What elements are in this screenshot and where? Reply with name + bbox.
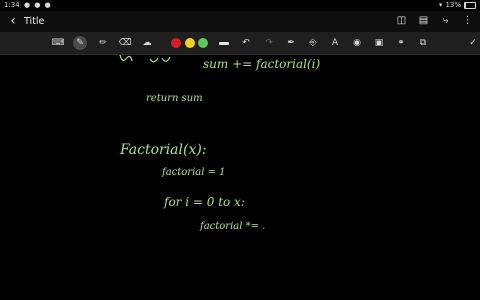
ink-line-loop: for i = 0 to x: <box>164 195 245 209</box>
keyboard-icon[interactable]: ⌨ <box>51 36 65 50</box>
notification-dots: ● ● ● <box>24 1 52 9</box>
eraser-icon[interactable]: ⌫ <box>118 36 132 50</box>
ink-line-function: Factorial(x): <box>120 142 207 158</box>
highlighter-icon[interactable]: ✏ <box>96 36 110 50</box>
lasso-icon[interactable]: ☁ <box>140 36 154 50</box>
book-icon[interactable]: ◫ <box>395 14 408 27</box>
line-width-selector[interactable] <box>219 42 229 45</box>
pen-color-yellow[interactable] <box>185 38 195 48</box>
pen-color-red[interactable] <box>171 38 181 48</box>
ink-line-sum: sum += factorial(i) <box>203 57 321 71</box>
pen-tool-icon[interactable]: ✓ <box>466 36 480 50</box>
copy-icon[interactable]: ⧉ <box>416 36 430 50</box>
status-time: 1:34 <box>4 1 20 9</box>
wifi-icon: ▾ <box>438 1 443 9</box>
document-icon[interactable]: ▤ <box>417 14 430 27</box>
more-icon[interactable]: ⋮ <box>461 14 474 27</box>
drawing-toolbar: ⌨ ✎ ✏ ⌫ ☁ ↶ ↷ ✒ ⎆ A ◉ ▣ ⚭ ⧉ ✓ <box>0 32 480 55</box>
ink-line-multiply: factorial *= . <box>200 221 266 232</box>
text-icon[interactable]: A <box>328 36 342 50</box>
text-style-icon[interactable]: ⎆ <box>306 36 320 50</box>
note-title[interactable]: Title <box>24 15 44 28</box>
ink-line-init: factorial = 1 <box>162 167 226 178</box>
fill-icon[interactable]: ◉ <box>350 36 364 50</box>
back-arrow-icon[interactable]: ‹ <box>6 14 20 28</box>
attach-icon[interactable]: ⤷ <box>439 14 452 27</box>
status-right: ▾ 13% <box>439 0 476 11</box>
pen-icon[interactable]: ✎ <box>73 36 87 50</box>
ink-line-return: return sum <box>146 93 203 104</box>
shape-pen-icon[interactable]: ✒ <box>284 36 298 50</box>
redo-icon[interactable]: ↷ <box>262 36 276 50</box>
note-header: ‹ Title ◫ ▤ ⤷ ⋮ <box>0 11 480 32</box>
handwriting-canvas[interactable]: sum += factorial(i) return sum Factorial… <box>0 55 480 300</box>
pen-color-green[interactable] <box>198 38 208 48</box>
battery-percentage: 13% <box>445 1 461 9</box>
header-actions: ◫ ▤ ⤷ ⋮ <box>395 14 474 27</box>
link-icon[interactable]: ⚭ <box>394 36 408 50</box>
status-bar: 1:34 ● ● ● ▾ 13% <box>0 0 480 11</box>
undo-icon[interactable]: ↶ <box>239 36 253 50</box>
ink-strokes <box>119 55 171 63</box>
image-icon[interactable]: ▣ <box>372 36 386 50</box>
battery-icon <box>464 2 476 9</box>
